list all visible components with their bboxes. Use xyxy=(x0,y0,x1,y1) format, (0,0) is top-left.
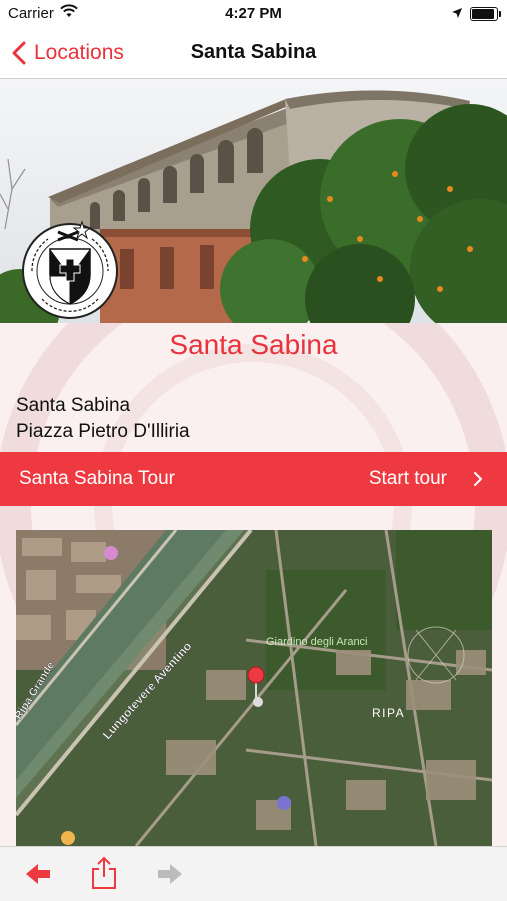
page-title: Santa Sabina xyxy=(190,41,317,63)
chevron-right-icon xyxy=(474,472,482,486)
start-tour-label: Start tour xyxy=(368,468,447,489)
address-block: Santa Sabina Piazza Pietro D'Illiria xyxy=(16,393,190,445)
map-label-park-text: Giardino degli Aranci xyxy=(266,636,368,648)
address-line-2: Piazza Pietro D'Illiria xyxy=(16,421,190,442)
forward-arrow-icon[interactable] xyxy=(156,863,184,885)
clock: 4:27 PM xyxy=(225,5,282,22)
map-poi-icon[interactable] xyxy=(61,831,75,845)
map-poi-icon[interactable] xyxy=(277,796,291,810)
map-label-park: Giardino degli Aranci xyxy=(266,636,368,648)
location-title: Santa Sabina xyxy=(169,329,338,360)
church-photo xyxy=(0,79,507,323)
satellite-map[interactable]: Lungotevere Aventino Ripa Grande Giardin… xyxy=(16,530,492,846)
status-bar: Carrier 4:27 PM xyxy=(0,0,507,28)
address-line-1: Santa Sabina xyxy=(16,395,131,416)
start-tour-row[interactable]: Santa Sabina Tour Start tour xyxy=(0,452,507,506)
location-detail: Santa Sabina Santa Sabina Piazza Pietro … xyxy=(0,323,507,846)
tour-name: Santa Sabina Tour xyxy=(19,468,175,489)
battery-icon xyxy=(470,7,501,21)
location-services-icon xyxy=(451,6,463,23)
navigation-bar: Locations Santa Sabina xyxy=(0,28,507,79)
bottom-toolbar xyxy=(0,846,507,901)
map-poi-icon[interactable] xyxy=(104,546,118,560)
back-arrow-icon[interactable] xyxy=(24,863,52,885)
dominican-crest-logo xyxy=(22,220,118,319)
map-label-district: RIPA xyxy=(372,706,405,720)
battery-fill xyxy=(472,9,494,19)
share-icon[interactable] xyxy=(90,856,118,890)
